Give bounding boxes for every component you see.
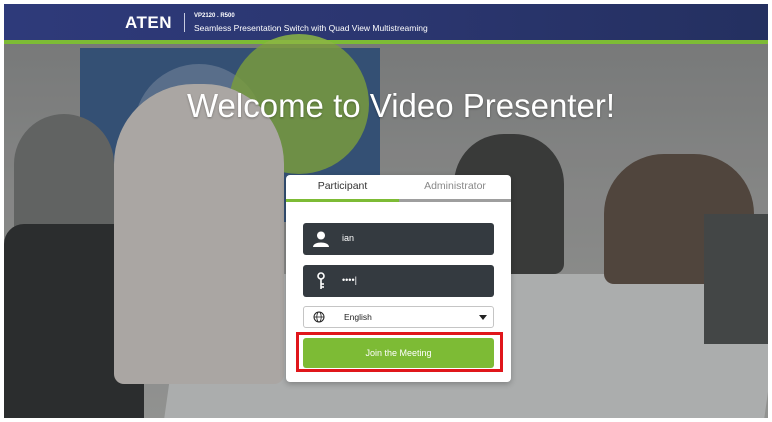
language-select[interactable]: English bbox=[303, 306, 494, 328]
join-meeting-button[interactable]: Join the Meeting bbox=[303, 338, 494, 368]
tab-administrator[interactable]: Administrator bbox=[399, 175, 511, 202]
welcome-heading: Welcome to Video Presenter! bbox=[186, 87, 615, 124]
tab-participant[interactable]: Participant bbox=[286, 175, 399, 202]
model-label: VP2120 . R500 bbox=[194, 13, 235, 19]
header-divider bbox=[184, 13, 185, 32]
user-icon bbox=[313, 231, 329, 247]
login-tabs: Participant Administrator bbox=[286, 175, 511, 202]
password-field[interactable]: ••••| bbox=[303, 265, 494, 297]
password-value: ••••| bbox=[342, 275, 357, 285]
globe-icon bbox=[313, 311, 325, 323]
username-value: ian bbox=[342, 233, 355, 243]
key-icon bbox=[317, 272, 325, 289]
product-subtitle: Seamless Presentation Switch with Quad V… bbox=[194, 23, 428, 33]
header-bar: ATEN VP2120 . R500 Seamless Presentation… bbox=[4, 4, 768, 40]
chevron-down-icon bbox=[479, 315, 487, 320]
app-window: ATEN VP2120 . R500 Seamless Presentation… bbox=[4, 4, 768, 418]
aten-logo: ATEN bbox=[125, 13, 173, 32]
username-field[interactable]: ian bbox=[303, 223, 494, 255]
login-card: Participant Administrator ian ••••| Engl… bbox=[286, 175, 511, 382]
language-value: English bbox=[344, 312, 372, 322]
